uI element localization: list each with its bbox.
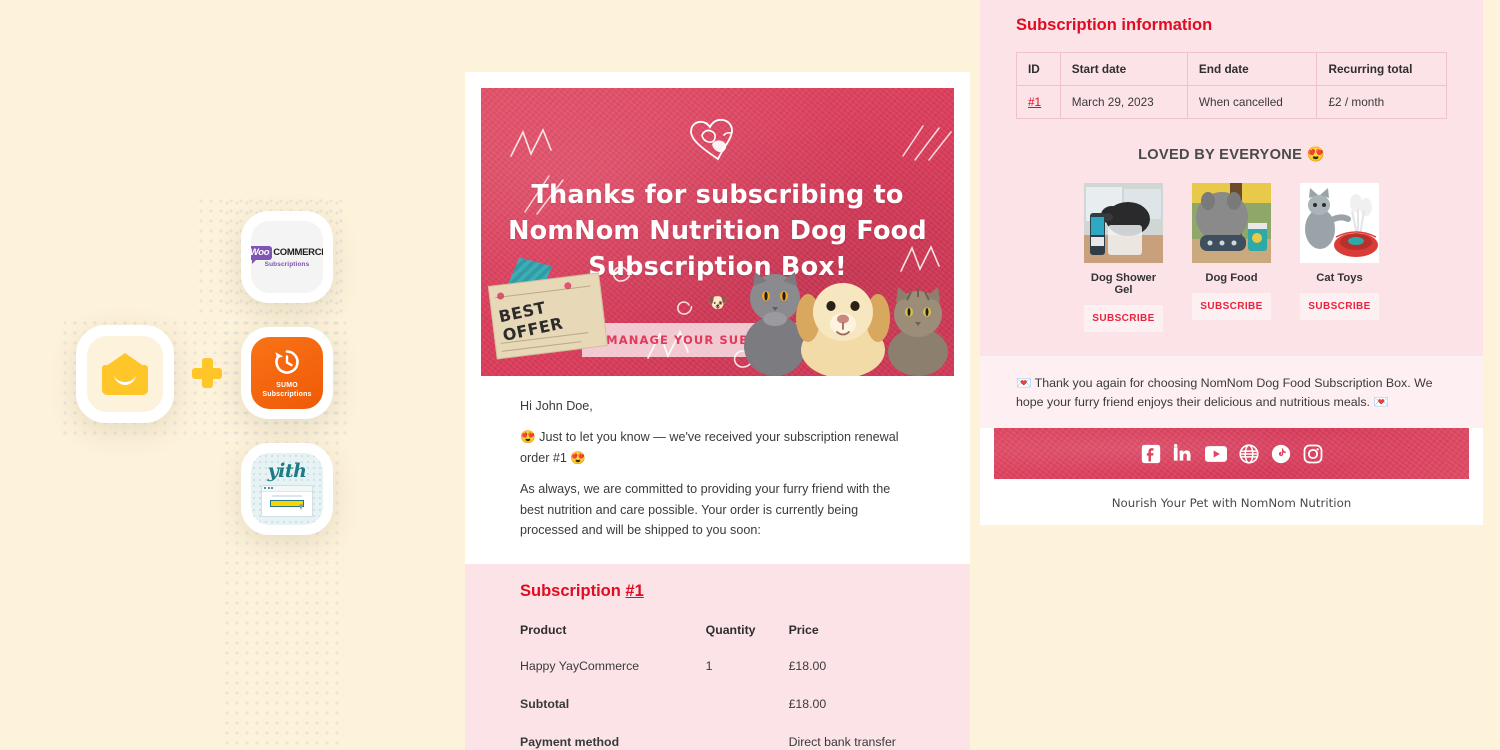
email-hero-banner: BEST OFFER Thanks for subscribing to Nom…: [481, 88, 954, 376]
sumo-label: SUMO Subscriptions: [262, 382, 312, 398]
yaymail-envelope-icon: [102, 353, 148, 395]
dog-shower-gel-photo: [1084, 183, 1163, 263]
instagram-icon[interactable]: [1303, 444, 1323, 464]
column-header-start-date: Start date: [1059, 52, 1188, 86]
order-heading-prefix: Subscription: [520, 582, 626, 601]
tiktok-icon[interactable]: [1271, 444, 1291, 464]
heart-pets-icon: [689, 118, 733, 161]
table-row: Payment method Direct bank transfer: [520, 735, 915, 750]
product-name: Dog Food: [1205, 272, 1258, 284]
order-id-link[interactable]: #1: [625, 582, 643, 600]
table-row: #1 March 29, 2023 When cancelled £2 / mo…: [1016, 85, 1447, 119]
table-row: Happy YayCommerce 1 £18.00: [520, 659, 915, 697]
list-item: Dog Food SUBSCRIBE: [1192, 183, 1271, 332]
subscription-id-cell: #1: [1016, 85, 1061, 119]
commitment-paragraph: As always, we are committed to providing…: [520, 482, 891, 537]
plugin-integration-panel: Woo COMMERCE Subscriptions SUMO Subscript…: [0, 0, 465, 750]
subscribe-button[interactable]: SUBSCRIBE: [1300, 293, 1379, 320]
product-name: Dog Shower Gel: [1090, 272, 1157, 296]
column-header-price: Price: [788, 623, 819, 638]
start-date-cell: March 29, 2023: [1059, 85, 1188, 119]
order-item-price: £18.00: [788, 659, 827, 674]
table-row: Subtotal £18.00: [520, 697, 915, 735]
subscription-info-block: Subscription information ID Start date E…: [980, 0, 1483, 119]
order-details-section: Subscription #1 Product Quantity Price H…: [465, 564, 970, 750]
column-header-id: ID: [1016, 52, 1061, 86]
plus-icon: [192, 358, 222, 388]
yith-logo-inner: yith: [251, 453, 323, 525]
order-item-product: Happy YayCommerce: [520, 659, 640, 674]
facebook-icon[interactable]: [1141, 444, 1161, 464]
subinfo-header-row: ID Start date End date Recurring total: [1016, 52, 1447, 86]
subtotal-label: Subtotal: [520, 697, 570, 712]
woo-subtitle: Subscriptions: [264, 260, 310, 268]
list-item: Dog Shower Gel SUBSCRIBE: [1084, 183, 1163, 332]
subscribe-button[interactable]: SUBSCRIBE: [1192, 293, 1271, 320]
column-header-quantity: Quantity: [705, 623, 756, 638]
yith-browser-illustration: [261, 484, 313, 517]
clock-refresh-icon: [275, 350, 299, 375]
column-header-product: Product: [520, 623, 567, 638]
recommended-products-list: Dog Shower Gel SUBSCRIBE Dog Food SUBSCR…: [980, 183, 1483, 332]
youtube-icon[interactable]: [1204, 444, 1227, 464]
subscribe-button[interactable]: SUBSCRIBE: [1084, 305, 1163, 332]
list-item: Cat Toys SUBSCRIBE: [1300, 183, 1379, 332]
woocommerce-logo: Woo COMMERCE Subscriptions: [251, 245, 323, 269]
linkedin-icon[interactable]: [1173, 443, 1193, 464]
thank-you-message: 💌 Thank you again for choosing NomNom Do…: [980, 356, 1483, 429]
woocommerce-subscriptions-card: Woo COMMERCE Subscriptions: [241, 211, 333, 303]
email-body-text: Hi John Doe, 😍 Just to let you know — we…: [465, 376, 970, 564]
subscription-info-table: ID Start date End date Recurring total #…: [1016, 52, 1447, 119]
yith-subscriptions-card: yith: [241, 443, 333, 535]
subscription-info-heading: Subscription information: [1016, 16, 1213, 34]
cat-toys-photo: [1300, 183, 1379, 263]
best-offer-badge: BEST OFFER: [486, 257, 608, 362]
social-links-bar: [994, 428, 1469, 480]
subscription-info-section: Subscription information ID Start date E…: [980, 0, 1483, 356]
end-date-cell: When cancelled: [1186, 85, 1318, 119]
golden-retriever-photo: [796, 283, 890, 376]
greeting-line: Hi John Doe,: [520, 399, 593, 413]
dog-food-photo: [1192, 183, 1271, 263]
subscription-id-link[interactable]: #1: [1028, 95, 1041, 109]
yith-wordmark: yith: [267, 459, 307, 482]
email-preview-card: BEST OFFER Thanks for subscribing to Nom…: [465, 72, 970, 750]
footer-tagline: Nourish Your Pet with NomNom Nutrition: [1111, 496, 1352, 511]
payment-method-label: Payment method: [520, 735, 620, 750]
product-name: Cat Toys: [1316, 272, 1363, 284]
woocommerce-logo-inner: Woo COMMERCE Subscriptions: [251, 221, 323, 293]
renewal-notice-line: 😍 Just to let you know — we've received …: [520, 430, 899, 465]
order-items-table: Product Quantity Price Happy YayCommerce…: [520, 623, 915, 750]
recurring-total-cell: £2 / month: [1316, 85, 1447, 119]
sumo-subscriptions-card: SUMO Subscriptions: [241, 327, 333, 419]
column-header-end-date: End date: [1186, 52, 1318, 86]
column-header-recurring-total: Recurring total: [1316, 52, 1447, 86]
subscription-info-card: Subscription information ID Start date E…: [980, 0, 1483, 525]
payment-method-value: Direct bank transfer: [788, 735, 896, 750]
tabby-cat-photo: [888, 287, 948, 376]
yaymail-logo-card: [76, 325, 174, 423]
pets-photo-group: [739, 236, 954, 376]
order-table-header-row: Product Quantity Price: [520, 623, 915, 659]
sumo-logo-inner: SUMO Subscriptions: [251, 337, 323, 409]
loved-by-everyone-title: LOVED BY EVERYONE 😍: [1138, 147, 1325, 163]
website-globe-icon[interactable]: [1238, 444, 1259, 464]
woo-wordmark: COMMERCE: [273, 247, 323, 258]
order-heading: Subscription #1: [520, 582, 915, 601]
woo-bubble-mark: Woo: [251, 245, 273, 264]
order-item-quantity: 1: [705, 659, 713, 674]
yaymail-logo-inner: [86, 335, 164, 413]
subtotal-value: £18.00: [788, 697, 827, 712]
